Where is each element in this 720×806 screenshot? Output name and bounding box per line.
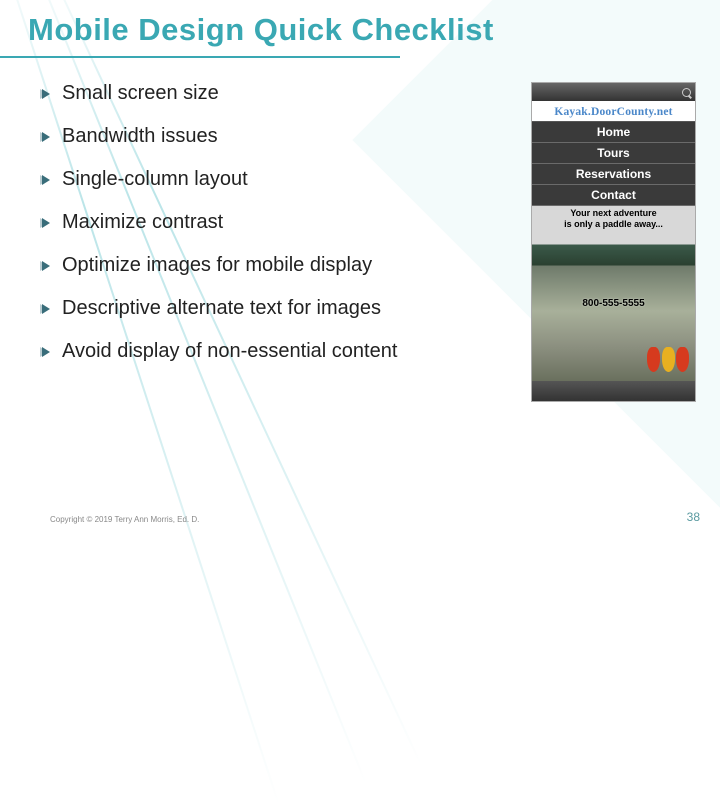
slide-title: Mobile Design Quick Checklist <box>28 12 494 48</box>
bullet-arrow-icon <box>42 89 50 99</box>
bullet-text: Small screen size <box>62 82 219 105</box>
bullet-text: Bandwidth issues <box>62 125 218 148</box>
mockup-logo-bar: Kayak.DoorCounty.net <box>532 101 695 121</box>
list-item: Descriptive alternate text for images <box>42 297 472 320</box>
list-item: Small screen size <box>42 82 472 105</box>
bullet-text: Single-column layout <box>62 168 248 191</box>
title-underline <box>0 56 400 58</box>
list-item: Avoid display of non-essential content <box>42 340 472 363</box>
mockup-nav-item: Contact <box>532 185 695 206</box>
mockup-status-bar <box>532 83 695 101</box>
mockup-tagline-line: is only a paddle away... <box>532 219 695 230</box>
list-item: Bandwidth issues <box>42 125 472 148</box>
kayak-icon <box>676 347 689 372</box>
bullet-text: Maximize contrast <box>62 211 223 234</box>
mockup-nav-item: Home <box>532 122 695 143</box>
bullet-arrow-icon <box>42 218 50 228</box>
bullet-arrow-icon <box>42 132 50 142</box>
mockup-tagline: Your next adventure is only a paddle awa… <box>532 208 695 230</box>
list-item: Optimize images for mobile display <box>42 254 472 277</box>
bullet-arrow-icon <box>42 304 50 314</box>
phone-mockup: Kayak.DoorCounty.net Home Tours Reservat… <box>531 82 696 402</box>
mockup-nav: Home Tours Reservations Contact <box>532 121 695 206</box>
kayak-icon <box>647 347 660 372</box>
bullet-list: Small screen size Bandwidth issues Singl… <box>42 82 472 383</box>
bullet-text: Avoid display of non-essential content <box>62 340 397 363</box>
list-item: Single-column layout <box>42 168 472 191</box>
mockup-kayaks-graphic <box>650 347 689 377</box>
bullet-text: Descriptive alternate text for images <box>62 297 381 320</box>
copyright-footer: Copyright © 2019 Terry Ann Morris, Ed. D… <box>50 515 199 524</box>
mockup-tagline-line: Your next adventure <box>532 208 695 219</box>
mockup-hero: Your next adventure is only a paddle awa… <box>532 206 695 381</box>
mockup-nav-item: Tours <box>532 143 695 164</box>
page-number: 38 <box>687 510 700 524</box>
bullet-text: Optimize images for mobile display <box>62 254 372 277</box>
mockup-logo-text: Kayak.DoorCounty.net <box>554 106 672 118</box>
search-icon <box>682 88 691 97</box>
bullet-arrow-icon <box>42 175 50 185</box>
bullet-arrow-icon <box>42 347 50 357</box>
mockup-nav-item: Reservations <box>532 164 695 185</box>
list-item: Maximize contrast <box>42 211 472 234</box>
bullet-arrow-icon <box>42 261 50 271</box>
kayak-icon <box>662 347 675 372</box>
mockup-phone-number: 800-555-5555 <box>532 298 695 309</box>
mockup-footer-bar <box>532 381 695 401</box>
